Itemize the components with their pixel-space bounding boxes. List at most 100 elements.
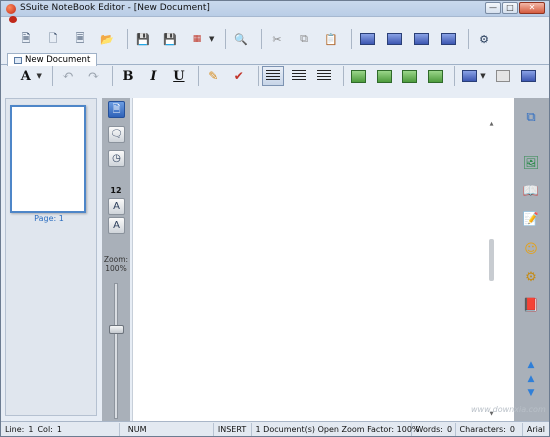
page-thumbnail[interactable]: [10, 105, 86, 213]
underline-button[interactable]: U: [168, 66, 189, 86]
scroll-thumb[interactable]: [489, 239, 494, 281]
insert-2-button[interactable]: [373, 66, 394, 86]
cursor-position: Line: 1 Col: 1: [1, 422, 120, 436]
layout-icon: [359, 33, 375, 45]
maximize-button[interactable]: □: [502, 2, 518, 14]
new-document-button[interactable]: 🗎: [15, 28, 37, 50]
document-view-button[interactable]: 🗎: [108, 101, 125, 118]
format-toolbar: A ▼ ↶ ↷ B I U ✎ ✔ ▼: [9, 65, 543, 87]
app-menu-icon[interactable]: [9, 16, 17, 23]
zoom-slider-thumb[interactable]: [109, 324, 124, 334]
redo-button[interactable]: ↷: [83, 66, 104, 86]
zoom-slider-track[interactable]: [114, 283, 118, 419]
layout-2-button[interactable]: [383, 28, 405, 50]
properties-button[interactable]: 🗏: [69, 28, 91, 50]
new-document-icon: 🗎: [21, 31, 31, 45]
spellcheck-button[interactable]: ⚙: [521, 268, 541, 288]
text-color-button[interactable]: ✎: [203, 66, 224, 86]
right-tools-strip: ⧉ 🖼 📖 📝 ☺ ⚙ 📕 ▲ ▲ ▼: [514, 98, 549, 421]
redo-icon: ↷: [87, 68, 100, 84]
layout-icon: [386, 33, 402, 45]
align-justify-button[interactable]: [313, 66, 334, 86]
font-decrease-icon: A: [113, 220, 120, 231]
app-logo-icon[interactable]: [6, 4, 16, 14]
layout-4-button[interactable]: [437, 28, 459, 50]
pdf-dropdown-icon[interactable]: ▼: [209, 35, 215, 43]
toolbar-separator: [468, 29, 469, 49]
clock-button[interactable]: ◷: [108, 150, 125, 167]
scroll-up-arrow-icon[interactable]: ▲: [525, 374, 537, 384]
floppy-red-icon: 💾: [163, 32, 177, 46]
align-left-button[interactable]: [262, 66, 284, 86]
insert-label: INSERT: [217, 424, 247, 434]
green-arrow-icon: [376, 69, 392, 83]
cut-button[interactable]: ✂: [266, 28, 288, 50]
col-label: Col:: [37, 424, 53, 434]
paste-icon: 📋: [324, 32, 338, 46]
toolbar-separator: [197, 66, 199, 86]
layout-3-button[interactable]: [410, 28, 432, 50]
chars-label: Characters:: [459, 424, 506, 434]
open-button[interactable]: 📂: [96, 28, 118, 50]
toolbar-separator: [342, 66, 344, 86]
save-button[interactable]: 💾: [132, 28, 154, 50]
zoom-value: 100%: [105, 264, 127, 273]
settings-button[interactable]: ⚙: [473, 28, 495, 50]
document-icon: 🗎: [112, 104, 121, 115]
increase-font-button[interactable]: A: [108, 198, 125, 215]
font-button[interactable]: A: [15, 66, 36, 86]
gear-spell-icon: ⚙: [525, 270, 537, 285]
font-size-value: 12: [110, 186, 122, 195]
decrease-font-button[interactable]: A: [108, 217, 125, 234]
save-as-button[interactable]: 💾: [159, 28, 181, 50]
toolbar-separator: [351, 29, 352, 49]
bold-button[interactable]: B: [117, 66, 138, 86]
document-scrollbar[interactable]: ▲ ▼: [488, 121, 495, 421]
font-dropdown-icon[interactable]: ▼: [36, 72, 42, 80]
status-bar: Line: 1 Col: 1 NUM INSERT 1 Document(s) …: [1, 421, 549, 436]
italic-button[interactable]: I: [143, 66, 164, 86]
undo-button[interactable]: ↶: [57, 66, 78, 86]
paint-check-icon: ✔: [233, 69, 244, 83]
notes-button[interactable]: [518, 66, 539, 86]
insert-4-button[interactable]: [424, 66, 445, 86]
scroll-up-icon[interactable]: ▲: [488, 121, 495, 128]
insert-3-button[interactable]: [399, 66, 420, 86]
copy-button[interactable]: ⧉: [293, 28, 315, 50]
zoom-label: Zoom: 100%: [102, 255, 130, 273]
format-paint-button[interactable]: ✔: [228, 66, 249, 86]
document-editor[interactable]: [132, 98, 515, 421]
scroll-top-icon[interactable]: ▲: [525, 360, 537, 370]
scroll-down-arrow-icon[interactable]: ▼: [525, 388, 537, 398]
toolbar-separator: [261, 29, 262, 49]
notes-icon: [520, 70, 536, 82]
green-box-icon: [427, 69, 443, 83]
emoji-button[interactable]: ☺: [521, 240, 541, 260]
notepad-button[interactable]: 📝: [521, 210, 541, 230]
green-arrow-icon: [402, 69, 418, 83]
align-center-button[interactable]: [288, 66, 309, 86]
display-button[interactable]: [459, 66, 480, 86]
page-thumbnail-label[interactable]: Page: 1: [6, 214, 92, 223]
stationery-button[interactable]: [492, 66, 513, 86]
align-center-icon: [291, 70, 306, 82]
insert-1-button[interactable]: [348, 66, 369, 86]
dictionary-button[interactable]: 📕: [521, 296, 541, 316]
toolbar-separator: [52, 66, 54, 86]
pdf-button[interactable]: ▦: [186, 28, 208, 50]
new-page-button[interactable]: 🗋: [42, 28, 64, 50]
address-book-button[interactable]: 📖: [521, 182, 541, 202]
display-dropdown-icon[interactable]: ▼: [480, 72, 486, 80]
paste-button[interactable]: 📋: [320, 28, 342, 50]
page-properties-icon: 🗏: [75, 31, 85, 45]
app-window: SSuite NoteBook Editor - [New Document] …: [0, 0, 550, 437]
window-manager-button[interactable]: ⧉: [521, 108, 541, 128]
highlighter-icon: ✎: [208, 69, 219, 83]
close-button[interactable]: ✕: [519, 2, 545, 14]
minimize-button[interactable]: —: [485, 2, 501, 14]
layout-1-button[interactable]: [356, 28, 378, 50]
image-button[interactable]: 🖼: [521, 154, 541, 174]
line-label: Line:: [5, 424, 25, 434]
print-preview-button[interactable]: 🔍: [230, 28, 252, 50]
comment-button[interactable]: 🗨: [108, 126, 125, 143]
